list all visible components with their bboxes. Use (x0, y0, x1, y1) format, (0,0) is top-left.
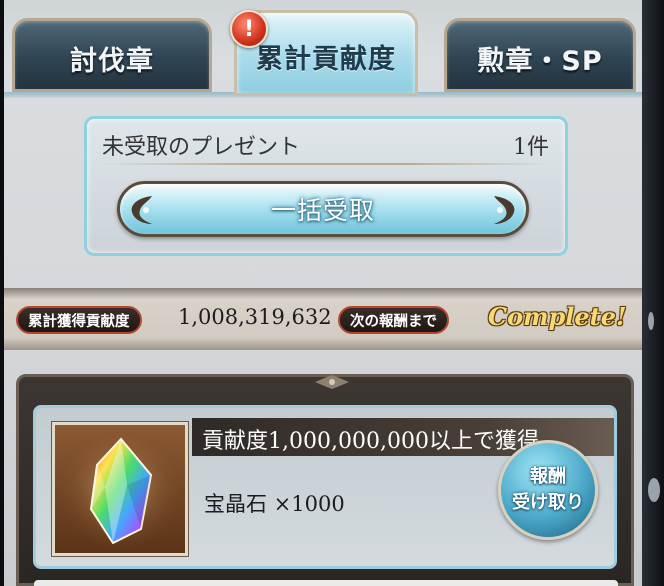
event-panel: 討伐章 勲章・SP 累計貢献度 ! 未受取のプレゼント 1件 一括受取 累計獲得… (4, 0, 642, 586)
total-contribution-value: 1,008,319,632 (178, 305, 332, 329)
reward-item-name: 宝晶石 ×1000 (204, 492, 345, 516)
receive-reward-button[interactable]: 報酬 受け取り (498, 440, 598, 540)
crystal-icon (52, 422, 188, 556)
ornament-right-icon (494, 196, 515, 224)
present-count: 1件 (513, 135, 549, 160)
tab-bar: 討伐章 勲章・SP 累計貢献度 ! (4, 0, 642, 98)
tab-raid-medals[interactable]: 討伐章 (12, 18, 212, 92)
side-frame (642, 0, 664, 586)
reward-item-card: 貢献度1,000,000,000以上で獲得 宝晶石 ×1000 報酬 受け取り (33, 405, 617, 569)
notification-badge-icon: ! (230, 10, 268, 48)
reward-list: 貢献度1,000,000,000以上で獲得 宝晶石 ×1000 報酬 受け取り (16, 374, 634, 586)
next-reward-badge: 次の報酬まで (338, 306, 449, 334)
unclaimed-present-box: 未受取のプレゼント 1件 一括受取 (84, 116, 568, 256)
complete-status: Complete! (488, 302, 627, 331)
claim-all-button[interactable]: 一括受取 (117, 181, 529, 237)
total-contribution-badge: 累計獲得貢献度 (16, 306, 142, 334)
reward-condition: 貢献度1,000,000,000以上で獲得 (202, 429, 539, 454)
receive-label-line2: 受け取り (512, 492, 584, 513)
side-ornament-icon (648, 478, 660, 502)
tab-label: 討伐章 (70, 45, 154, 77)
crest-ornament-icon (315, 375, 349, 389)
ornament-left-icon (131, 196, 152, 224)
claim-all-label: 一括受取 (270, 196, 375, 225)
next-reward-card-edge (34, 580, 618, 586)
tab-medals-sp[interactable]: 勲章・SP (444, 18, 636, 92)
present-label: 未受取のプレゼント (102, 135, 301, 160)
tab-label: 勲章・SP (477, 45, 603, 77)
receive-label-line1: 報酬 (530, 466, 566, 487)
side-ornament-icon (648, 312, 654, 330)
contribution-stats-bar: 累計獲得貢献度 1,008,319,632 次の報酬まで Complete! (4, 288, 642, 350)
divider (99, 163, 553, 165)
tab-label: 累計貢献度 (256, 43, 396, 75)
